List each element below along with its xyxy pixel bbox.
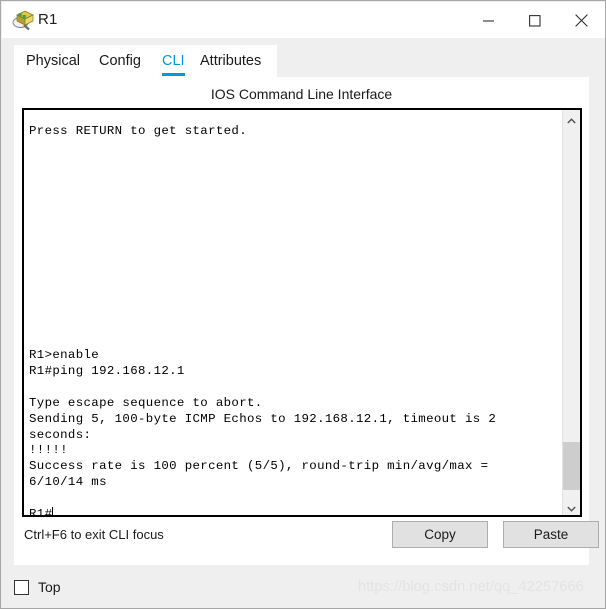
scroll-up-button[interactable] bbox=[563, 110, 580, 127]
tab-cli[interactable]: CLI bbox=[162, 45, 185, 77]
close-button[interactable] bbox=[558, 3, 604, 38]
minimize-button[interactable] bbox=[466, 3, 512, 38]
cli-tab-panel: IOS Command Line Interface Press RETURN … bbox=[14, 77, 599, 565]
watermark-text: https://blog.csdn.net/qq_42257666 bbox=[358, 579, 584, 595]
tab-attributes[interactable]: Attributes bbox=[200, 45, 261, 77]
maximize-icon bbox=[512, 14, 558, 27]
terminal-output: Press RETURN to get started. R1>enable R… bbox=[29, 124, 549, 515]
tab-label: Config bbox=[99, 53, 141, 69]
tab-label: Attributes bbox=[200, 53, 262, 69]
maximize-button[interactable] bbox=[512, 3, 558, 38]
paste-button-label: Paste bbox=[533, 527, 569, 542]
tab-label: CLI bbox=[162, 53, 185, 69]
paste-button[interactable]: Paste bbox=[503, 521, 599, 548]
top-checkbox-row[interactable]: Top bbox=[14, 579, 61, 595]
close-icon bbox=[558, 14, 604, 27]
scroll-down-button[interactable] bbox=[563, 498, 580, 515]
panel-heading: IOS Command Line Interface bbox=[210, 86, 393, 102]
top-checkbox-label: Top bbox=[38, 579, 61, 595]
cli-focus-hint: Ctrl+F6 to exit CLI focus bbox=[24, 527, 164, 542]
router-magnifier-icon bbox=[12, 10, 34, 31]
active-tab-indicator bbox=[162, 73, 185, 76]
tab-label: Physical bbox=[26, 53, 80, 69]
terminal-cursor bbox=[52, 507, 54, 515]
terminal-scrollbar[interactable] bbox=[562, 110, 580, 515]
minimize-icon bbox=[466, 15, 512, 27]
tab-bar: Physical Config CLI Attributes bbox=[14, 45, 589, 77]
cli-terminal[interactable]: Press RETURN to get started. R1>enable R… bbox=[22, 108, 582, 517]
chevron-down-icon bbox=[563, 506, 580, 512]
copy-button-label: Copy bbox=[424, 527, 456, 542]
top-checkbox[interactable] bbox=[14, 579, 29, 595]
scrollbar-thumb[interactable] bbox=[563, 442, 580, 490]
title-bar: R1 bbox=[2, 2, 605, 38]
copy-button[interactable]: Copy bbox=[392, 521, 488, 548]
chevron-up-icon bbox=[563, 117, 580, 124]
window-title: R1 bbox=[38, 11, 58, 28]
device-window: R1 Physical Config CLI Attributes IOS Co… bbox=[0, 0, 606, 609]
tab-physical[interactable]: Physical bbox=[26, 45, 80, 77]
tab-config[interactable]: Config bbox=[99, 45, 141, 77]
